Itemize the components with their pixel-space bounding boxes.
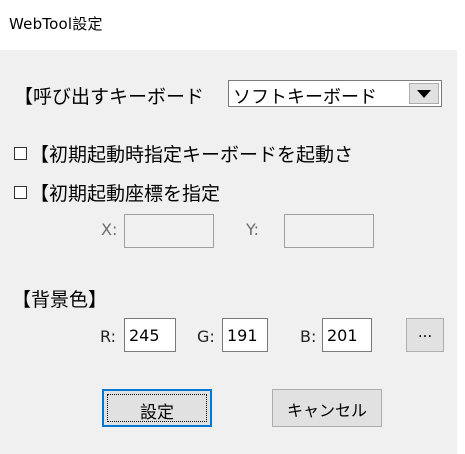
focus-rect	[107, 394, 207, 422]
window-title: WebTool設定	[9, 15, 103, 33]
b-label: B:	[300, 327, 317, 346]
red-input[interactable]: 245	[124, 318, 176, 352]
y-coordinate-input[interactable]	[284, 214, 374, 248]
cancel-button[interactable]: キャンセル	[272, 389, 382, 427]
background-color-label: 【背景色】	[12, 289, 108, 311]
chevron-down-icon	[417, 89, 431, 98]
keyboard-label: 【呼び出すキーボード	[14, 86, 205, 108]
dropdown-button[interactable]	[409, 83, 439, 104]
dialog-body	[0, 50, 457, 454]
green-input[interactable]: 191	[222, 318, 268, 352]
title-bar[interactable]: WebTool設定	[0, 0, 465, 50]
startup-keyboard-checkbox[interactable]	[14, 147, 27, 160]
cancel-button-label: キャンセル	[286, 401, 367, 420]
blue-input[interactable]: 201	[322, 318, 372, 352]
startup-coords-label[interactable]: 【初期起動座標を指定	[30, 179, 220, 206]
g-label: G:	[197, 327, 215, 346]
window-edge	[457, 0, 465, 454]
x-coordinate-input[interactable]	[124, 214, 214, 248]
startup-keyboard-label[interactable]: 【初期起動時指定キーボードを起動さ	[30, 140, 353, 167]
x-label: X:	[101, 220, 118, 239]
color-picker-button[interactable]: ...	[406, 318, 444, 352]
startup-coords-checkbox[interactable]	[14, 186, 27, 199]
y-label: Y:	[246, 220, 260, 239]
r-label: R:	[100, 327, 117, 346]
keyboard-select[interactable]: ソフトキーボード	[228, 80, 442, 108]
keyboard-select-value: ソフトキーボード	[233, 87, 377, 108]
